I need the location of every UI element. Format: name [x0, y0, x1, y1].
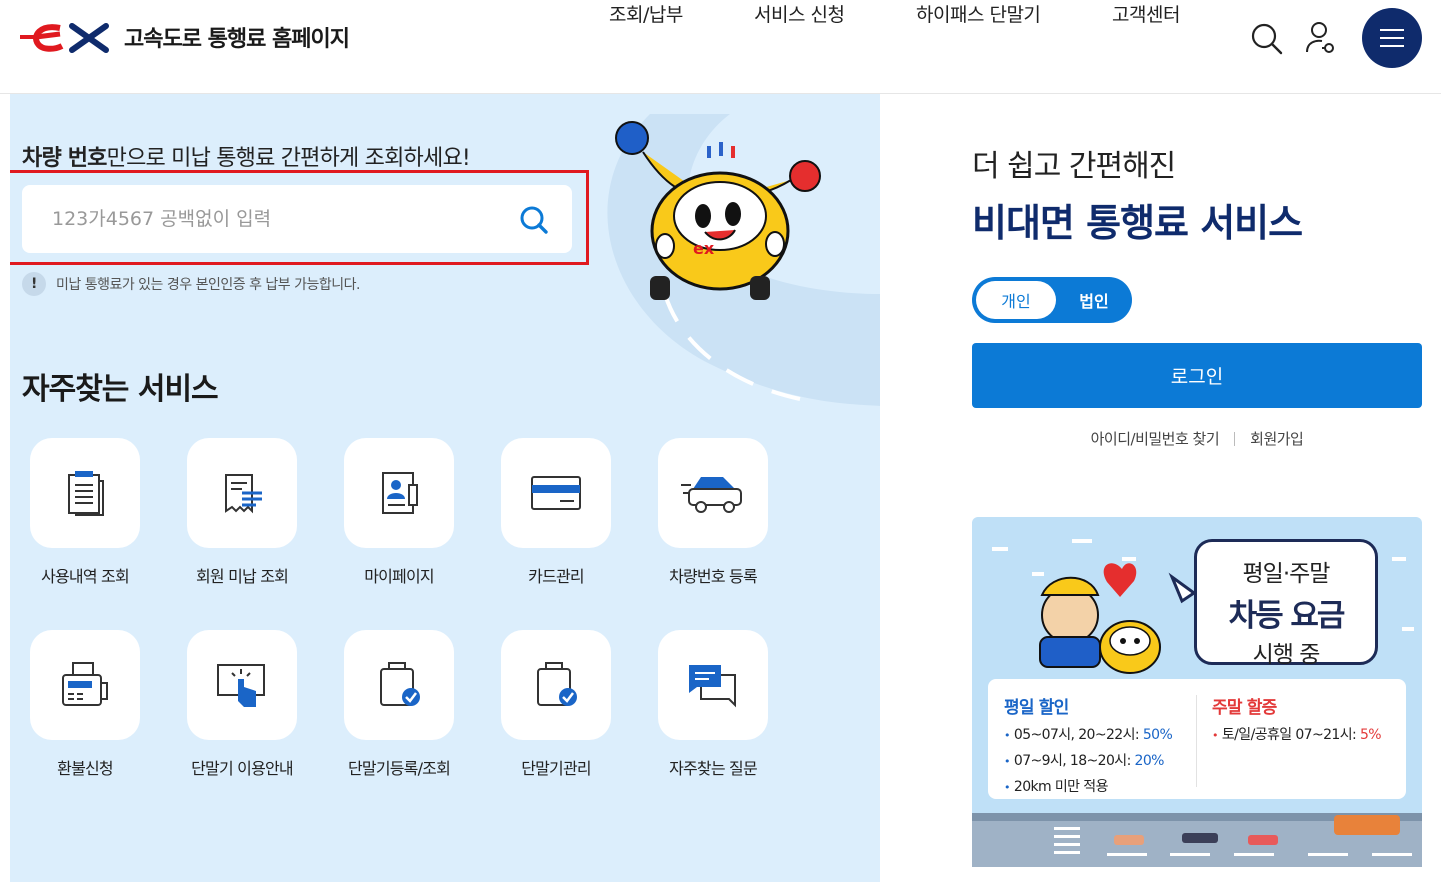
member-type-toggle: 개인 법인	[972, 277, 1132, 323]
service-mypage[interactable]: 마이페이지	[324, 438, 481, 613]
service-label: 차량번호 등록	[669, 567, 758, 586]
weekday-discount: 평일 할인 05~07시, 20~22시: 50% 07~9시, 18~20시:…	[1004, 693, 1173, 796]
login-button[interactable]: 로그인	[972, 343, 1422, 408]
service-usage-history[interactable]: 사용내역 조회	[10, 438, 167, 613]
toggle-corporate[interactable]: 법인	[1060, 281, 1128, 319]
service-refund[interactable]: 환불신청	[10, 630, 167, 805]
car-icon	[681, 477, 742, 513]
find-id-password-link[interactable]: 아이디/비밀번호 찾기	[1091, 428, 1220, 449]
banner-road	[972, 813, 1422, 867]
user-icon[interactable]	[1304, 20, 1338, 56]
service-tile	[344, 630, 454, 740]
service-tile	[658, 630, 768, 740]
header: 고속도로 통행료 홈페이지 조회/납부 서비스 신청 하이패스 단말기 고객센터	[0, 0, 1441, 94]
differential-toll-banner[interactable]: 평일·주말 차등 요금 시행 중 평일 할인 05~07시, 20~22시: 5…	[972, 517, 1422, 867]
service-tile	[30, 630, 140, 740]
nav-customer-center[interactable]: 고객센터	[1112, 0, 1180, 27]
nav-inquiry-payment[interactable]: 조회/납부	[609, 0, 683, 27]
refund-machine-icon	[62, 662, 108, 706]
ex-logo-icon	[20, 23, 109, 53]
service-tile	[344, 438, 454, 548]
service-faq[interactable]: 자주찾는 질문	[638, 630, 795, 805]
left-panel: 차량 번호만으로 미납 통행료 간편하게 조회하세요! ! 미납 통행료가 있는…	[10, 94, 880, 882]
toggle-personal[interactable]: 개인	[976, 281, 1056, 319]
service-member-unpaid[interactable]: 회원 미납 조회	[167, 438, 324, 613]
card-icon	[531, 476, 581, 510]
search-title: 차량 번호만으로 미납 통행료 간편하게 조회하세요!	[22, 146, 471, 171]
account-subtitle: 더 쉽고 간편해진	[972, 149, 1176, 184]
service-tile	[30, 438, 140, 548]
service-device-management[interactable]: 단말기관리	[481, 630, 638, 805]
link-divider	[1234, 431, 1236, 446]
discount-info-box: 평일 할인 05~07시, 20~22시: 50% 07~9시, 18~20시:…	[988, 679, 1406, 799]
banner-speech-bubble: 평일·주말 차등 요금 시행 중	[1194, 539, 1378, 668]
service-tile	[187, 630, 297, 740]
road-traffic-art	[972, 813, 1422, 856]
touch-screen-icon	[217, 664, 265, 707]
frequent-services-title: 자주찾는 서비스	[22, 372, 219, 407]
faq-chat-icon	[689, 665, 736, 708]
logo[interactable]: 고속도로 통행료 홈페이지	[20, 20, 350, 54]
receipt-icon	[225, 474, 262, 514]
service-label: 자주찾는 질문	[669, 759, 758, 778]
vehicle-search-box	[22, 185, 572, 253]
svg-text:ex: ex	[693, 239, 715, 258]
mascot-car-character: ex	[615, 121, 821, 300]
service-tile	[658, 438, 768, 548]
notice-text: 미납 통행료가 있는 경우 본인인증 후 납부 가능합니다.	[56, 277, 360, 293]
account-links: 아이디/비밀번호 찾기 회원가입	[972, 428, 1422, 449]
exclamation-icon: !	[22, 272, 46, 296]
vehicle-number-input[interactable]	[52, 208, 482, 230]
service-label: 사용내역 조회	[41, 567, 130, 586]
device-manage-icon	[537, 662, 577, 706]
account-title: 비대면 통행료 서비스	[972, 201, 1303, 245]
service-label: 회원 미납 조회	[195, 567, 289, 586]
hamburger-icon	[1380, 29, 1404, 47]
weekend-surcharge: 주말 할증 토/일/공휴일 07~21시: 5%	[1212, 693, 1382, 744]
search-icon[interactable]	[1250, 20, 1284, 56]
service-label: 단말기관리	[521, 759, 591, 778]
service-tile	[187, 438, 297, 548]
search-notice: ! 미납 통행료가 있는 경우 본인인증 후 납부 가능합니다.	[22, 272, 360, 296]
nav-hipass-device[interactable]: 하이패스 단말기	[916, 0, 1041, 27]
profile-document-icon	[382, 472, 418, 514]
service-tile	[501, 438, 611, 548]
service-card-management[interactable]: 카드관리	[481, 438, 638, 613]
service-vehicle-register[interactable]: 차량번호 등록	[638, 438, 795, 613]
service-label: 카드관리	[528, 567, 584, 586]
nav-service-apply[interactable]: 서비스 신청	[754, 0, 845, 27]
service-label: 마이페이지	[364, 567, 434, 586]
usage-history-icon	[68, 471, 104, 516]
info-divider	[1196, 695, 1197, 787]
service-tile	[501, 630, 611, 740]
search-submit-icon[interactable]	[518, 204, 550, 236]
signup-link[interactable]: 회원가입	[1250, 428, 1304, 449]
service-device-register[interactable]: 단말기등록/조회	[324, 630, 481, 805]
menu-button[interactable]	[1362, 8, 1422, 68]
site-title: 고속도로 통행료 홈페이지	[124, 27, 350, 52]
service-device-guide[interactable]: 단말기 이용안내	[167, 630, 324, 805]
service-label: 단말기 이용안내	[191, 759, 294, 778]
device-check-icon	[380, 662, 420, 706]
service-label: 단말기등록/조회	[347, 759, 451, 778]
service-label: 환불신청	[57, 759, 113, 778]
